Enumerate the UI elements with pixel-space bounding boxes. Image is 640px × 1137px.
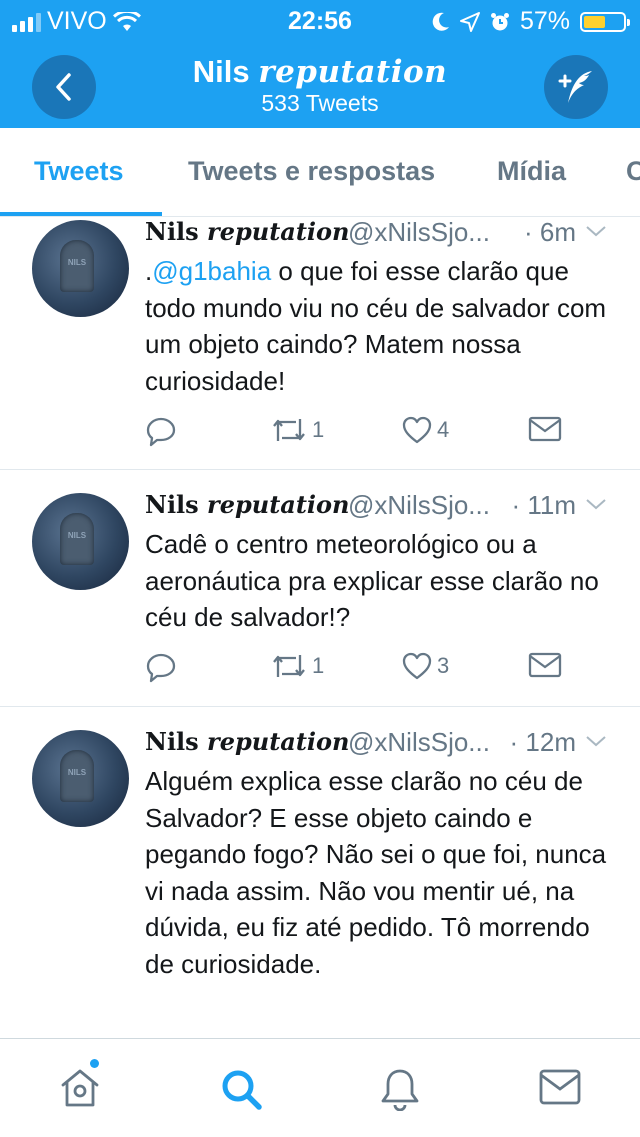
envelope-icon (528, 416, 562, 442)
tweet-author-name: Nils reputation (145, 490, 350, 519)
compose-tweet-button[interactable] (544, 55, 608, 119)
reply-button[interactable] (145, 651, 177, 683)
location-arrow-icon (459, 11, 480, 32)
direct-message-button[interactable] (528, 415, 562, 443)
tweet-author-name: Nils reputation (145, 727, 350, 756)
tweet-timestamp: · 12m (509, 727, 576, 757)
tweet-timestamp: · 11m (511, 490, 576, 520)
heart-icon (402, 652, 432, 680)
reply-button[interactable] (145, 415, 177, 447)
like-count: 4 (437, 417, 450, 442)
retweet-icon (273, 419, 305, 441)
tweet-text: .@g1bahia o que foi esse clarão que todo… (145, 256, 607, 396)
tweet-actions: 1 4 (145, 415, 585, 455)
status-bar: VIVO 22:56 57% (0, 0, 640, 40)
tweet-text: Alguém explica esse clarão no céu de Sal… (145, 766, 607, 979)
active-tab-indicator (0, 212, 162, 216)
mention-link[interactable]: @g1bahia (152, 256, 271, 286)
tweet-timestamp: · 6m (524, 217, 576, 247)
retweet-count: 1 (312, 653, 325, 678)
like-button[interactable]: 3 (401, 651, 449, 681)
like-button[interactable]: 4 (401, 415, 449, 445)
tweet-header: Nils reputation @xNilsSjo... · 12m (145, 727, 618, 761)
retweet-icon (273, 655, 305, 677)
bottom-tab-bar (0, 1038, 640, 1137)
tab-tweets-and-replies[interactable]: Tweets e respostas (188, 156, 435, 187)
avatar[interactable]: NILS (32, 220, 129, 317)
tweet-actions: 1 3 (145, 651, 585, 691)
heart-icon (402, 416, 432, 444)
search-icon (222, 1070, 262, 1110)
tweet-text: Cadê o centro meteorológico ou a aeronáu… (145, 529, 599, 632)
tweet-author-handle: @xNilsSjo... (348, 490, 490, 520)
moon-icon (432, 12, 449, 31)
battery-percent: 57% (519, 7, 570, 35)
nav-home[interactable] (58, 1067, 102, 1114)
alarm-icon (490, 12, 509, 30)
tab-likes-partial[interactable]: C (626, 156, 640, 187)
reply-icon (146, 653, 176, 683)
compose-tweet-icon (558, 71, 592, 103)
profile-header: VIVO 22:56 57% Nils reputation 533 Tweet… (0, 0, 640, 128)
direct-message-button[interactable] (528, 651, 562, 679)
tweet-author-name: Nils reputation (145, 217, 350, 246)
tweet-author-handle: @xNilsSjo... (348, 727, 490, 757)
tweet-header: Nils reputation @xNilsSjo... · 11m (145, 490, 618, 524)
tweet-item[interactable]: NILS Nils reputation @xNilsSjo... · 11m … (0, 470, 640, 707)
retweet-button[interactable]: 1 (270, 415, 324, 445)
profile-name-plain: Nils (192, 54, 250, 89)
chevron-down-icon[interactable] (584, 729, 608, 753)
avatar[interactable]: NILS (32, 730, 129, 827)
avatar[interactable]: NILS (32, 493, 129, 590)
chevron-down-icon[interactable] (584, 219, 608, 243)
notifications-bell-icon (381, 1069, 419, 1112)
tab-tweets[interactable]: Tweets (34, 156, 124, 187)
chevron-down-icon[interactable] (584, 492, 608, 516)
tweet-item[interactable]: NILS Nils reputation @xNilsSjo... · 6m .… (0, 217, 640, 470)
retweet-count: 1 (312, 417, 325, 442)
retweet-button[interactable]: 1 (270, 651, 324, 681)
profile-tabs: Tweets Tweets e respostas Mídia C (0, 128, 640, 217)
envelope-icon (528, 652, 562, 678)
nav-messages[interactable] (539, 1067, 581, 1112)
tweet-author-handle: @xNilsSjo... (348, 217, 490, 247)
nav-notifications[interactable] (379, 1067, 421, 1116)
tweet-item[interactable]: NILS Nils reputation @xNilsSjo... · 12m … (0, 707, 640, 1038)
nav-search[interactable] (219, 1067, 263, 1116)
tweet-header: Nils reputation @xNilsSjo... · 6m (145, 217, 618, 251)
tab-media[interactable]: Mídia (497, 156, 566, 187)
like-count: 3 (437, 653, 450, 678)
battery-icon (580, 11, 630, 32)
home-icon (61, 1069, 99, 1107)
messages-envelope-icon (539, 1069, 581, 1105)
profile-name-fancy: reputation (258, 54, 448, 90)
reply-icon (146, 417, 176, 447)
new-content-dot (90, 1059, 99, 1068)
